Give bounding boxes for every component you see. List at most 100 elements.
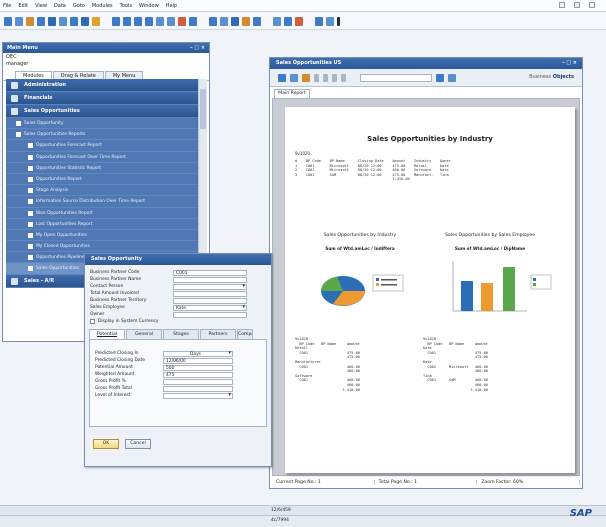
prev-record-icon[interactable] bbox=[123, 16, 131, 26]
calendar-icon[interactable] bbox=[284, 16, 292, 26]
sms-icon[interactable] bbox=[37, 16, 45, 26]
legend-text-bar bbox=[381, 279, 397, 281]
target-document-icon[interactable] bbox=[189, 16, 197, 26]
export-icon[interactable] bbox=[59, 16, 67, 26]
menu-tools[interactable]: Tools bbox=[120, 3, 132, 9]
menu-goto[interactable]: Goto bbox=[73, 3, 85, 9]
tab-partners[interactable]: Partners bbox=[200, 329, 236, 339]
scroll-thumb[interactable] bbox=[200, 89, 206, 129]
first-page-icon[interactable] bbox=[314, 73, 319, 82]
chart1-title: Sales Opportunities by Industry bbox=[323, 233, 397, 238]
email-icon[interactable] bbox=[26, 16, 34, 26]
last-record-icon[interactable] bbox=[145, 16, 153, 26]
menu-modules[interactable]: Modules bbox=[92, 3, 113, 9]
total-invoiced-input[interactable] bbox=[173, 290, 247, 297]
sort-icon[interactable] bbox=[167, 16, 175, 26]
menu-data[interactable]: Data bbox=[54, 3, 66, 9]
next-page-icon[interactable] bbox=[332, 73, 337, 82]
owner-input[interactable] bbox=[173, 311, 247, 318]
bp-code-input[interactable]: C001 bbox=[173, 269, 247, 276]
potential-amount-input[interactable]: 500 bbox=[163, 364, 233, 371]
gross-profit-icon[interactable] bbox=[209, 16, 217, 26]
find-icon[interactable] bbox=[70, 16, 78, 26]
print-icon[interactable] bbox=[290, 73, 298, 82]
closing-date-input[interactable]: 12/06/00 bbox=[163, 357, 233, 364]
help-icon[interactable] bbox=[337, 16, 340, 26]
fax-icon[interactable] bbox=[48, 16, 56, 26]
minimize-icon[interactable] bbox=[559, 2, 565, 8]
bp-name-input[interactable] bbox=[173, 276, 247, 283]
main-menu-controls-icon[interactable]: – □ × bbox=[190, 43, 205, 53]
tab-stages[interactable]: Stages bbox=[163, 329, 199, 339]
color-icon[interactable] bbox=[315, 16, 323, 26]
cancel-button[interactable]: Cancel bbox=[125, 439, 151, 449]
next-record-icon[interactable] bbox=[134, 16, 142, 26]
level-interest-select[interactable] bbox=[163, 392, 233, 399]
menu-folder-reports[interactable]: Sales Opportunities Reports bbox=[6, 129, 198, 141]
system-currency-checkbox[interactable]: Display in System Currency bbox=[90, 318, 271, 325]
prev-page-icon[interactable] bbox=[323, 73, 328, 82]
tab-main-report[interactable]: Main Report bbox=[274, 89, 310, 98]
menu-item-lost-report[interactable]: Lost Opportunities Report bbox=[6, 218, 198, 230]
tab-competitors[interactable]: Compe bbox=[237, 329, 253, 339]
window-icon[interactable] bbox=[326, 16, 334, 26]
print-icon[interactable] bbox=[4, 16, 12, 26]
sales-employee-select[interactable]: Kate bbox=[173, 304, 247, 311]
menu-item-forecast-over-time[interactable]: Opportunities Forecast Over Time Report bbox=[6, 151, 198, 163]
legend-swatch bbox=[376, 283, 379, 286]
closing-in-select[interactable]: Days bbox=[163, 350, 233, 357]
gross-profit-pct-input[interactable] bbox=[163, 378, 233, 385]
tree-icon[interactable] bbox=[302, 73, 310, 82]
weighted-amount-input[interactable]: 475 bbox=[163, 371, 233, 378]
alert-icon[interactable] bbox=[295, 16, 303, 26]
last-page-icon[interactable] bbox=[341, 73, 346, 82]
lock-icon[interactable] bbox=[92, 16, 100, 26]
menu-item-forecast-report[interactable]: Opportunities Forecast Report bbox=[6, 140, 198, 152]
field-label: Gross Profit % bbox=[95, 379, 126, 384]
base-document-icon[interactable] bbox=[178, 16, 186, 26]
gross-profit-total-input[interactable] bbox=[163, 385, 233, 392]
menu-item-won-report[interactable]: Won Opportunities Report bbox=[6, 207, 198, 219]
checkbox-box[interactable] bbox=[90, 319, 95, 324]
module-sales-opportunities[interactable]: Sales Opportunities bbox=[6, 105, 198, 118]
menu-file[interactable]: File bbox=[3, 3, 11, 9]
zoom-icon[interactable] bbox=[448, 73, 456, 82]
module-administration[interactable]: Administration bbox=[6, 79, 198, 92]
first-record-icon[interactable] bbox=[112, 16, 120, 26]
menu-item-information-source[interactable]: Information Source Distribution Over Tim… bbox=[6, 196, 198, 208]
document-icon bbox=[16, 121, 21, 126]
search-icon[interactable] bbox=[436, 73, 444, 82]
add-icon[interactable] bbox=[81, 16, 89, 26]
export-icon[interactable] bbox=[278, 73, 286, 82]
module-financials[interactable]: Financials bbox=[6, 92, 198, 105]
menu-help[interactable]: Help bbox=[166, 3, 177, 9]
form-tabs: Potential General Stages Partners Compe bbox=[89, 329, 271, 339]
menu-item-my-open[interactable]: My Open Opportunities bbox=[6, 229, 198, 242]
menu-window[interactable]: Window bbox=[139, 3, 159, 9]
menu-view[interactable]: View bbox=[35, 3, 47, 9]
layout-icon[interactable] bbox=[231, 16, 239, 26]
contact-person-select[interactable] bbox=[173, 283, 247, 290]
menu-item-stage-analysis[interactable]: Stage Analysis bbox=[6, 185, 198, 197]
menu-item-opportunities-report[interactable]: Opportunities Report bbox=[6, 173, 198, 186]
page-number-input[interactable] bbox=[360, 73, 432, 82]
tab-general[interactable]: General bbox=[126, 329, 162, 339]
tab-potential[interactable]: Potential bbox=[89, 329, 125, 339]
settings-icon[interactable] bbox=[242, 16, 250, 26]
report-controls-icon[interactable]: – □ × bbox=[562, 58, 577, 69]
transaction-icon[interactable] bbox=[253, 16, 261, 26]
menu-item-my-closed[interactable]: My Closed Opportunities bbox=[6, 241, 198, 253]
document-icon bbox=[28, 188, 33, 194]
ok-button[interactable]: OK bbox=[93, 439, 119, 449]
preview-icon[interactable] bbox=[15, 16, 23, 26]
menu-item-sales-opportunity[interactable]: Sales Opportunity bbox=[6, 118, 198, 130]
menu-item-statistic-report[interactable]: Opportunities Statistic Report bbox=[6, 162, 198, 174]
menu-item-label: My Closed Opportunities bbox=[36, 244, 90, 250]
close-icon[interactable] bbox=[589, 2, 595, 8]
filter-icon[interactable] bbox=[156, 16, 164, 26]
bp-territory-input[interactable] bbox=[173, 297, 247, 304]
restore-icon[interactable] bbox=[574, 2, 580, 8]
payment-icon[interactable] bbox=[220, 16, 228, 26]
menu-edit[interactable]: Edit bbox=[18, 3, 28, 9]
messages-icon[interactable] bbox=[273, 16, 281, 26]
